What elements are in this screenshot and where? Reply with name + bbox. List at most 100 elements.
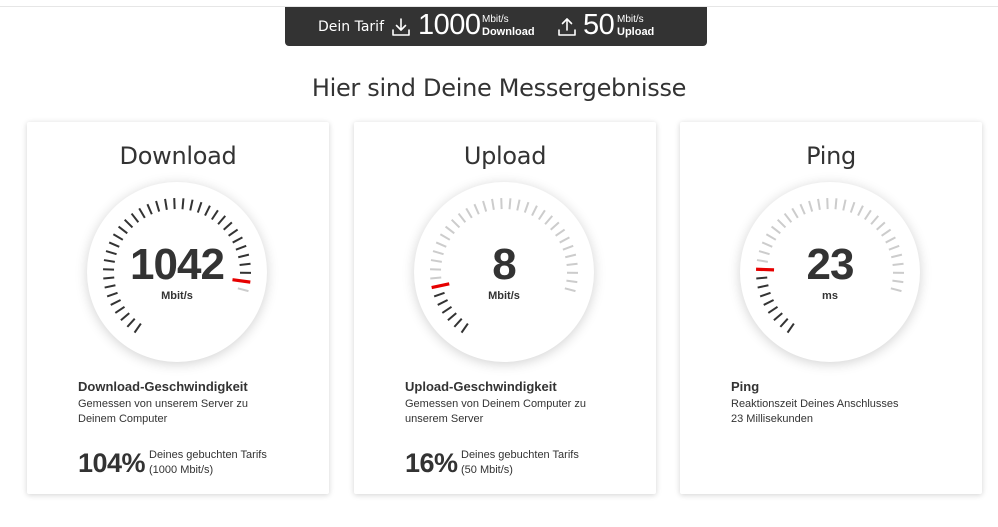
gauge-tick <box>523 201 530 213</box>
upload-icon <box>556 16 578 38</box>
card-desc-line: Gemessen von Deinem Computer zu <box>405 398 586 410</box>
gauge-tick <box>130 212 140 223</box>
gauge-tick <box>117 225 128 235</box>
gauge-tick <box>473 203 480 215</box>
ping-card: Ping 23 ms Ping Reaktionszeit Deines Ans… <box>680 122 982 494</box>
gauge-tick <box>531 205 538 217</box>
gauge-tick <box>457 212 467 223</box>
tariff-upload-unit: Mbit/s Upload <box>617 13 654 39</box>
gauge-tick <box>112 233 124 241</box>
download-icon <box>390 16 412 38</box>
gauge-tick <box>864 209 872 221</box>
gauge-tick <box>783 212 793 223</box>
gauge-tick <box>808 200 814 212</box>
gauge-tick <box>181 198 185 210</box>
gauge-tick <box>550 221 560 231</box>
percent-note-line: Deines gebuchten Tarifs <box>149 449 267 461</box>
download-card: Download 1042 Mbit/s Download-Geschwindi… <box>27 122 329 494</box>
gauge-tick <box>791 207 799 219</box>
card-percent-note: Deines gebuchten Tarifs (50 Mbit/s) <box>461 448 579 478</box>
tariff-download-unit-text: Mbit/s <box>482 14 509 25</box>
gauge-value: 23 <box>806 240 855 289</box>
card-desc-line: Deinem Computer <box>78 413 168 425</box>
gauge-tick <box>538 209 546 221</box>
card-heading: Ping <box>731 379 760 394</box>
gauge-tick <box>441 306 453 314</box>
gauge-tick <box>146 203 153 215</box>
gauge-tick <box>508 198 512 210</box>
gauge-tick <box>555 228 566 237</box>
tariff-download-value: 1000 <box>418 9 481 41</box>
card-title: Upload <box>463 142 547 170</box>
gauge-tick <box>138 207 146 219</box>
gauge-tick <box>544 215 554 225</box>
gauge-tick <box>786 323 795 334</box>
card-heading: Download-Geschwindigkeit <box>78 379 248 394</box>
card-desc-line: unserem Server <box>405 413 484 425</box>
card-percent: 16% <box>405 448 458 478</box>
gauge-unit: Mbit/s <box>161 290 193 302</box>
tariff-download-label: Download <box>482 26 535 38</box>
card-desc-line: Reaktionszeit Deines Anschlusses <box>731 398 899 410</box>
gauge-tick <box>189 199 194 211</box>
gauge-tick <box>770 225 781 235</box>
gauge-tick <box>465 207 473 219</box>
gauge-tick <box>126 318 136 328</box>
gauge-tick <box>453 318 463 328</box>
card-title: Download <box>119 142 237 170</box>
page-title: Hier sind Deine Messergebnisse <box>311 74 687 102</box>
gauge-tick <box>767 306 779 314</box>
top-rule <box>0 0 998 7</box>
card-description: Reaktionszeit Deines Anschlusses 23 Mill… <box>731 397 931 427</box>
gauge-tick <box>857 205 864 217</box>
gauge-tick <box>164 198 168 210</box>
upload-gauge: 8 Mbit/s <box>414 182 594 362</box>
gauge-tick <box>491 198 495 210</box>
gauge-tick <box>799 203 806 215</box>
tariff-label: Dein Tarif <box>318 19 384 35</box>
card-heading: Upload-Geschwindigkeit <box>405 379 557 394</box>
tariff-bar: Dein Tarif 1000 Mbit/s Download 50 Mbit/… <box>285 7 707 46</box>
gauge-value: 1042 <box>130 240 225 289</box>
gauge-tick <box>120 312 130 322</box>
ping-gauge: 23 ms <box>740 182 920 362</box>
gauge-tick <box>870 215 880 225</box>
gauge-tick <box>776 218 787 229</box>
gauge-tick <box>444 225 455 235</box>
gauge-tick <box>842 199 847 211</box>
tariff-upload-value: 50 <box>583 9 615 41</box>
tariff-upload-label: Upload <box>617 26 655 38</box>
percent-note-line: (1000 Mbit/s) <box>149 464 214 476</box>
gauge-tick <box>223 221 233 231</box>
tariff-download-unit: Mbit/s Download <box>482 13 535 39</box>
gauge-tick <box>779 318 789 328</box>
gauge-tick <box>482 200 488 212</box>
gauge-tick <box>849 201 856 213</box>
card-desc-line: Gemessen von unserem Server zu <box>78 398 248 410</box>
gauge-tick <box>817 198 821 210</box>
card-description: Gemessen von unserem Server zu Deinem Co… <box>78 397 278 427</box>
gauge-tick <box>217 215 227 225</box>
upload-card: Upload 8 Mbit/s Upload-Geschwindigkeit G… <box>354 122 656 494</box>
gauge-tick <box>196 201 203 213</box>
gauge-tick <box>516 199 521 211</box>
download-gauge: 1042 Mbit/s <box>87 182 267 362</box>
gauge-unit: Mbit/s <box>488 290 520 302</box>
gauge-tick <box>765 233 777 241</box>
percent-note-line: Deines gebuchten Tarifs <box>461 449 579 461</box>
gauge-tick <box>155 200 161 212</box>
gauge-tick <box>228 228 239 237</box>
gauge-unit: ms <box>822 290 838 302</box>
gauge-tick <box>439 233 451 241</box>
card-description: Gemessen von Deinem Computer zu unserem … <box>405 397 605 427</box>
gauge-tick <box>881 228 892 237</box>
gauge-tick <box>876 221 886 231</box>
card-percent-note: Deines gebuchten Tarifs (1000 Mbit/s) <box>149 448 267 478</box>
gauge-value: 8 <box>492 240 516 289</box>
card-percent: 104% <box>78 448 146 478</box>
gauge-tick <box>133 323 142 334</box>
card-title: Ping <box>806 142 856 170</box>
gauge-tick <box>211 209 219 221</box>
gauge-tick <box>773 312 783 322</box>
gauge-tick <box>447 312 457 322</box>
